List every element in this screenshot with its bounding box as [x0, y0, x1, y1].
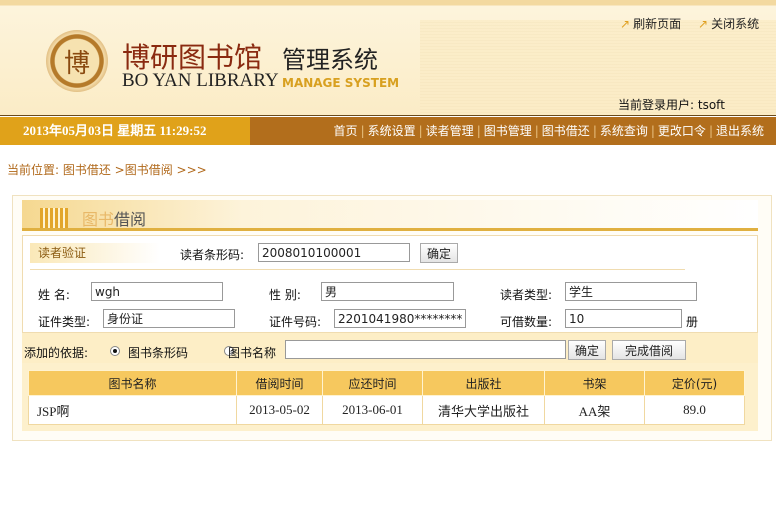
borrowed-books-table: 图书名称 借阅时间 应还时间 出版社 书架 定价(元) JSP啊 2013-05…	[28, 370, 745, 425]
nav-books[interactable]: 图书管理	[484, 117, 532, 145]
logo-text: 博	[63, 48, 90, 79]
cell-borrow-date: 2013-05-02	[236, 395, 323, 425]
id-type-field[interactable]	[103, 309, 235, 328]
book-search-input[interactable]	[285, 340, 566, 359]
table-header-row: 图书名称 借阅时间 应还时间 出版社 书架 定价(元)	[28, 370, 745, 396]
arrow-icon: ↗	[620, 17, 631, 31]
breadcrumb: 当前位置: 图书借还 >图书借阅 >>>	[7, 163, 207, 177]
library-logo: 博	[46, 30, 108, 92]
reader-type-field[interactable]	[565, 282, 697, 301]
cell-book-name: JSP啊	[28, 395, 237, 425]
col-publisher: 出版社	[422, 370, 545, 396]
title-en-system: MANAGE SYSTEM	[282, 76, 400, 90]
divider	[30, 269, 685, 270]
col-due-date: 应还时间	[322, 370, 423, 396]
nav-settings[interactable]: 系统设置	[368, 117, 416, 145]
reader-verify-label: 读者验证	[30, 243, 160, 263]
nav-readers[interactable]: 读者管理	[426, 117, 474, 145]
col-borrow-date: 借阅时间	[236, 370, 323, 396]
cell-due-date: 2013-06-01	[322, 395, 423, 425]
close-label: 关闭系统	[711, 17, 760, 31]
col-book-name: 图书名称	[28, 370, 237, 396]
reader-type-label: 读者类型:	[500, 288, 553, 302]
nav-menu: 首页 | 系统设置 | 读者管理 | 图书管理 | 图书借还 | 系统查询 | 更改口令 | …	[334, 117, 764, 145]
nav-change-password[interactable]: 更改口令	[658, 117, 706, 145]
reader-barcode-input[interactable]	[258, 243, 410, 262]
panel-title-main: 借阅	[114, 210, 147, 229]
datetime: 2013年05月03日 星期五 11:29:52	[0, 117, 250, 145]
id-number-field[interactable]	[334, 309, 466, 328]
col-price: 定价(元)	[644, 370, 745, 396]
panel-title-faded: 图书	[82, 210, 115, 229]
radio-book-name-label[interactable]: 图书名称	[228, 344, 276, 361]
radio-barcode-label[interactable]: 图书条形码	[128, 344, 188, 361]
gender-field[interactable]	[321, 282, 454, 301]
finish-borrow-button[interactable]: 完成借阅	[612, 340, 686, 360]
id-type-label: 证件类型:	[38, 315, 91, 329]
title-en: BO YAN LIBRARY	[122, 70, 279, 91]
current-user: 当前登录用户: tsoft	[618, 96, 725, 113]
refresh-link[interactable]: ↗ 刷新页面	[620, 15, 681, 32]
table-row: JSP啊 2013-05-02 2013-06-01 清华大学出版社 AA架 8…	[28, 395, 745, 425]
name-label: 姓 名:	[38, 288, 70, 302]
title-cn-system: 管理系统	[282, 46, 378, 74]
quota-label: 可借数量:	[500, 315, 553, 329]
nav-query[interactable]: 系统查询	[600, 117, 648, 145]
arrow-icon: ↗	[698, 17, 709, 31]
books-icon	[40, 208, 68, 228]
header-banner: 博 博研图书馆 管理系统 BO YAN LIBRARY MANAGE SYSTE…	[0, 0, 776, 116]
user-name: tsoft	[697, 98, 725, 112]
id-number-label: 证件号码:	[269, 315, 322, 329]
cell-price: 89.0	[644, 395, 745, 425]
refresh-label: 刷新页面	[633, 17, 682, 31]
add-basis-label: 添加的依据:	[24, 346, 89, 360]
close-system-link[interactable]: ↗ 关闭系统	[698, 15, 759, 32]
nav-logout[interactable]: 退出系统	[716, 117, 764, 145]
reader-barcode-label: 读者条形码:	[180, 248, 245, 262]
user-label: 当前登录用户:	[618, 98, 695, 112]
cell-shelf: AA架	[544, 395, 645, 425]
quota-unit: 册	[686, 315, 699, 329]
radio-barcode[interactable]	[110, 346, 120, 356]
panel-title-bar: 图书借阅	[22, 200, 758, 231]
add-confirm-button[interactable]: 确定	[568, 340, 607, 360]
quota-field[interactable]	[565, 309, 682, 328]
nav-borrow-return[interactable]: 图书借还	[542, 117, 590, 145]
gender-label: 性 别:	[269, 288, 301, 302]
cell-publisher: 清华大学出版社	[422, 395, 545, 425]
panel-title: 图书借阅	[82, 206, 146, 230]
col-shelf: 书架	[544, 370, 645, 396]
name-field[interactable]	[91, 282, 223, 301]
nav-bar: 2013年05月03日 星期五 11:29:52 首页 | 系统设置 | 读者管理 |…	[0, 117, 776, 145]
reader-confirm-button[interactable]: 确定	[420, 243, 459, 263]
nav-home[interactable]: 首页	[334, 117, 358, 145]
